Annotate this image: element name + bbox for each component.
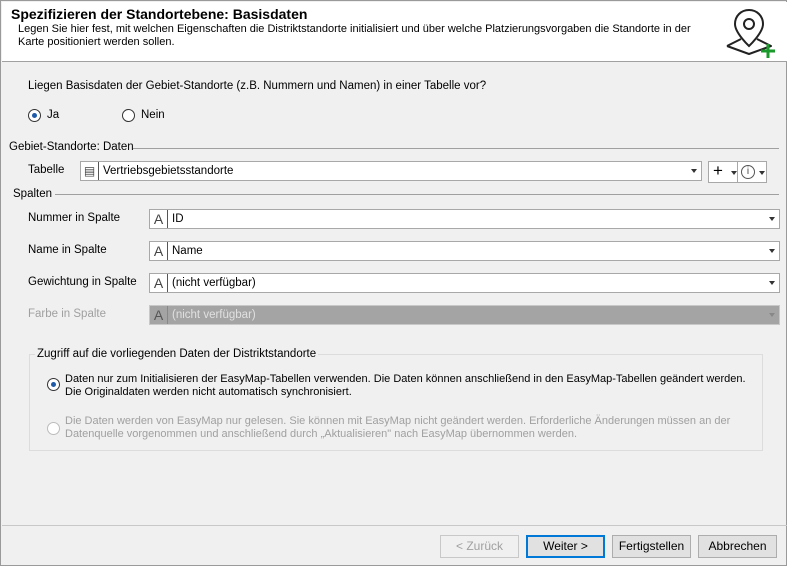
chevron-down-icon bbox=[769, 313, 775, 317]
column-select-name[interactable]: A Name bbox=[149, 241, 780, 261]
plus-icon: + bbox=[713, 161, 723, 180]
wizard-header: Spezifizieren der Standortebene: Basisda… bbox=[2, 2, 787, 62]
field-label-nummer: Nummer in Spalte bbox=[28, 212, 121, 224]
chevron-down-icon[interactable] bbox=[769, 217, 775, 221]
radio-access-readonly bbox=[47, 422, 60, 435]
chevron-down-icon[interactable] bbox=[759, 171, 765, 175]
section-columns-divider bbox=[55, 194, 779, 195]
text-type-icon: A bbox=[150, 210, 168, 228]
section-columns-heading: Spalten bbox=[13, 188, 53, 200]
column-select-value: ID bbox=[172, 213, 184, 225]
add-table-button[interactable]: + bbox=[708, 161, 738, 183]
radio-nein-label[interactable]: Nein bbox=[141, 109, 165, 121]
wizard-window: Spezifizieren der Standortebene: Basisda… bbox=[0, 0, 787, 566]
page-description: Legen Sie hier fest, mit welchen Eigensc… bbox=[18, 23, 691, 48]
info-icon: i bbox=[741, 165, 755, 179]
page-title: Spezifizieren der Standortebene: Basisda… bbox=[11, 6, 308, 22]
column-select-farbe: A (nicht verfügbar) bbox=[149, 305, 780, 325]
field-label-gewichtung: Gewichtung in Spalte bbox=[28, 276, 137, 288]
text-type-icon: A bbox=[150, 306, 168, 324]
radio-access-initialize[interactable] bbox=[47, 378, 60, 391]
radio-ja[interactable] bbox=[28, 109, 41, 122]
basisdaten-question: Liegen Basisdaten der Gebiet-Standorte (… bbox=[28, 80, 487, 92]
cancel-button[interactable]: Abbrechen bbox=[698, 535, 777, 558]
radio-nein[interactable] bbox=[122, 109, 135, 122]
chevron-down-icon[interactable] bbox=[691, 169, 697, 173]
field-label-farbe: Farbe in Spalte bbox=[28, 308, 106, 320]
chevron-down-icon[interactable] bbox=[769, 281, 775, 285]
column-select-value: (nicht verfügbar) bbox=[172, 309, 256, 321]
column-select-gewichtung[interactable]: A (nicht verfügbar) bbox=[149, 273, 780, 293]
table-icon: ▤ bbox=[81, 162, 99, 180]
table-label: Tabelle bbox=[28, 164, 65, 176]
chevron-down-icon[interactable] bbox=[769, 249, 775, 253]
back-button: < Zurück bbox=[440, 535, 519, 558]
next-button[interactable]: Weiter > bbox=[526, 535, 605, 558]
column-select-value: (nicht verfügbar) bbox=[172, 277, 256, 289]
section-data-divider bbox=[133, 148, 779, 149]
section-data-heading: Gebiet-Standorte: Daten bbox=[9, 141, 134, 153]
map-pin-plus-icon bbox=[726, 8, 775, 58]
access-group-title: Zugriff auf die vorliegenden Daten der D… bbox=[35, 348, 319, 360]
table-select-value: Vertriebsgebietsstandorte bbox=[103, 165, 234, 177]
text-type-icon: A bbox=[150, 242, 168, 260]
footer-divider bbox=[2, 525, 787, 526]
column-select-nummer[interactable]: A ID bbox=[149, 209, 780, 229]
table-select[interactable]: ▤ Vertriebsgebietsstandorte bbox=[80, 161, 702, 181]
text-type-icon: A bbox=[150, 274, 168, 292]
radio-ja-label[interactable]: Ja bbox=[47, 109, 59, 121]
field-label-name: Name in Spalte bbox=[28, 244, 107, 256]
radio-access-initialize-label[interactable]: Daten nur zum Initialisieren der EasyMap… bbox=[65, 373, 755, 399]
info-button[interactable]: i bbox=[737, 161, 767, 183]
radio-access-readonly-label: Die Daten werden von EasyMap nur gelesen… bbox=[65, 415, 731, 440]
column-select-value: Name bbox=[172, 245, 203, 257]
finish-button[interactable]: Fertigstellen bbox=[612, 535, 691, 558]
